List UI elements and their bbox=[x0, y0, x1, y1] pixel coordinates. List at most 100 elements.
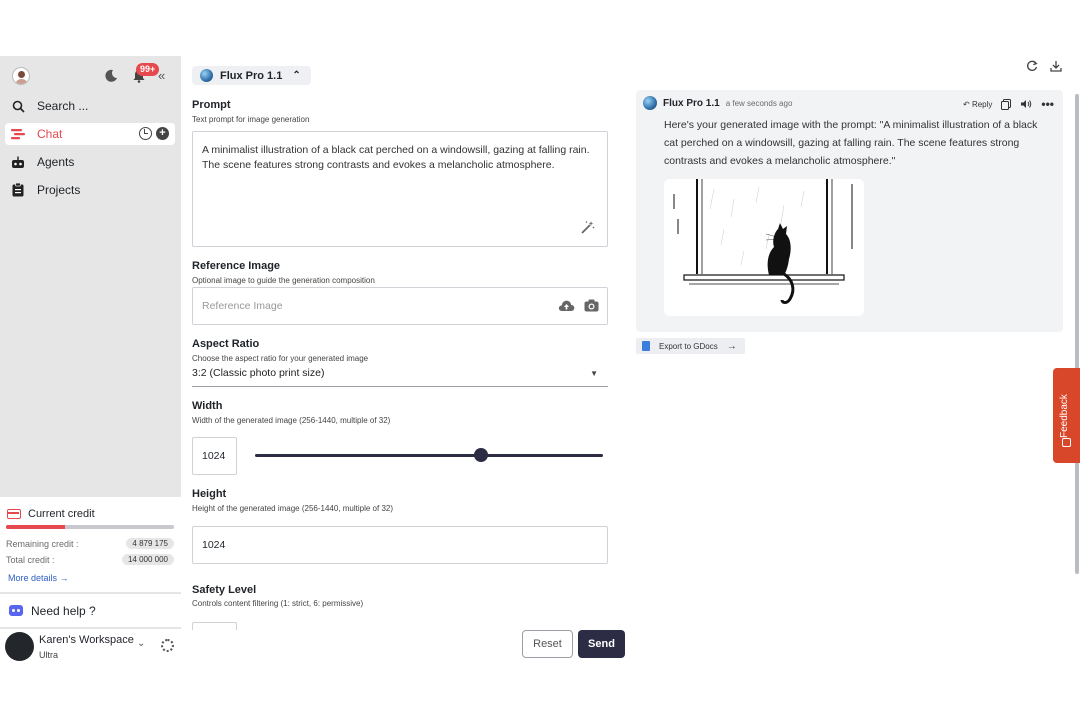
credit-title-text: Current credit bbox=[28, 508, 95, 520]
caret-down-icon: ▼ bbox=[590, 369, 598, 378]
send-button[interactable]: Send bbox=[578, 630, 625, 658]
need-help-label: Need help ? bbox=[31, 603, 96, 618]
feedback-tab[interactable]: Feedback bbox=[1053, 368, 1080, 463]
clipboard-icon bbox=[11, 183, 25, 197]
chat-toolbar bbox=[1026, 60, 1062, 72]
height-input[interactable]: 1024 bbox=[192, 526, 608, 564]
assistant-message: Flux Pro 1.1 a few seconds ago ↶ Reply •… bbox=[636, 90, 1063, 332]
reference-actions bbox=[558, 299, 599, 312]
arrow-right-icon: → bbox=[59, 573, 69, 583]
sidebar-item-label: Agents bbox=[37, 155, 75, 169]
chevron-up-icon: ⌃ bbox=[292, 70, 301, 81]
credit-progress-fill bbox=[6, 525, 65, 529]
aspect-sub: Choose the aspect ratio for your generat… bbox=[192, 354, 369, 363]
model-logo-icon bbox=[200, 69, 213, 82]
safety-label: Safety Level bbox=[192, 584, 257, 596]
sidebar-item-label: Search ... bbox=[37, 99, 89, 113]
arrow-right-icon: → bbox=[726, 340, 737, 352]
gear-icon[interactable] bbox=[161, 639, 174, 652]
notification-badge: 99+ bbox=[136, 63, 160, 76]
assistant-avatar bbox=[643, 96, 657, 110]
reset-button[interactable]: Reset bbox=[522, 630, 573, 658]
model-selector[interactable]: Flux Pro 1.1 ⌃ bbox=[192, 66, 311, 85]
message-actions: ↶ Reply ••• bbox=[963, 97, 1054, 111]
chat-icon bbox=[11, 127, 25, 141]
export-label: Export to GDocs bbox=[659, 341, 718, 351]
feedback-icon bbox=[1062, 438, 1071, 447]
width-value: 1024 bbox=[202, 450, 226, 462]
app: 99+ « Search ... Chat + Agents Projects … bbox=[0, 56, 1080, 664]
remaining-credit-row: Remaining credit : 4 879 175 bbox=[6, 538, 174, 549]
message-text: Here's your generated image with the pro… bbox=[664, 119, 1038, 167]
sidebar-item-search[interactable]: Search ... bbox=[5, 95, 175, 117]
generated-image[interactable] bbox=[664, 179, 864, 316]
speaker-icon[interactable] bbox=[1020, 99, 1032, 109]
export-gdocs-button[interactable]: Export to GDocs → bbox=[636, 338, 745, 354]
sidebar-item-projects[interactable]: Projects bbox=[5, 179, 175, 201]
chat-panel: Flux Pro 1.1 a few seconds ago ↶ Reply •… bbox=[626, 56, 1080, 664]
aspect-ratio-select[interactable]: 3:2 (Classic photo print size) ▼ bbox=[192, 367, 608, 387]
aspect-value: 3:2 (Classic photo print size) bbox=[192, 367, 325, 379]
user-avatar[interactable] bbox=[12, 67, 30, 85]
reply-label: Reply bbox=[971, 99, 993, 109]
chat-scrollbar[interactable] bbox=[1075, 94, 1079, 574]
reference-image-input[interactable]: Reference Image bbox=[192, 287, 608, 325]
more-options-icon[interactable]: ••• bbox=[1041, 97, 1054, 111]
credit-panel: Current credit Remaining credit : 4 879 … bbox=[0, 497, 181, 592]
discord-icon bbox=[9, 605, 23, 616]
google-docs-icon bbox=[642, 341, 650, 351]
prompt-label: Prompt bbox=[192, 99, 231, 111]
copy-icon[interactable] bbox=[1001, 98, 1012, 110]
total-credit-label: Total credit : bbox=[6, 554, 55, 565]
need-help-link[interactable]: Need help ? bbox=[0, 593, 181, 627]
feedback-label: Feedback bbox=[1059, 394, 1070, 438]
collapse-sidebar-icon[interactable]: « bbox=[158, 68, 165, 83]
camera-icon[interactable] bbox=[584, 299, 599, 312]
width-label: Width bbox=[192, 400, 223, 412]
new-chat-icon[interactable]: + bbox=[156, 127, 169, 140]
remaining-credit-value: 4 879 175 bbox=[126, 538, 174, 549]
workspace-plan: Ultra bbox=[39, 650, 59, 660]
credit-progress-bar bbox=[6, 525, 174, 529]
remaining-credit-label: Remaining credit : bbox=[6, 538, 79, 549]
sidebar-item-agents[interactable]: Agents bbox=[5, 151, 175, 173]
workspace-avatar bbox=[5, 632, 34, 661]
width-input[interactable]: 1024 bbox=[192, 437, 237, 475]
sidebar-item-chat[interactable]: Chat + bbox=[5, 123, 175, 145]
chat-actions: + bbox=[139, 127, 169, 140]
theme-toggle-icon[interactable] bbox=[104, 69, 118, 83]
chevron-down-icon[interactable]: ⌄ bbox=[137, 638, 145, 649]
safety-sub: Controls content filtering (1: strict, 6… bbox=[192, 599, 364, 608]
credit-title: Current credit bbox=[7, 508, 95, 520]
model-name: Flux Pro 1.1 bbox=[220, 69, 283, 82]
width-slider[interactable] bbox=[255, 448, 603, 462]
robot-icon bbox=[11, 155, 25, 169]
credit-card-icon bbox=[7, 509, 21, 519]
message-author: Flux Pro 1.1 bbox=[663, 97, 720, 109]
safety-input[interactable] bbox=[192, 622, 237, 630]
workspace-switcher[interactable]: Karen's Workspace Ultra ⌄ bbox=[0, 628, 181, 664]
magic-wand-icon[interactable] bbox=[581, 220, 595, 234]
reply-button[interactable]: ↶ Reply bbox=[963, 100, 992, 109]
sidebar-item-label: Projects bbox=[37, 183, 81, 197]
width-sub: Width of the generated image (256-1440, … bbox=[192, 416, 391, 425]
cloud-upload-icon[interactable] bbox=[558, 299, 575, 312]
reference-label: Reference Image bbox=[192, 260, 281, 272]
height-label: Height bbox=[192, 488, 227, 500]
slider-track bbox=[255, 454, 603, 457]
reference-sub: Optional image to guide the generation c… bbox=[192, 276, 375, 285]
sidebar: 99+ « Search ... Chat + Agents Projects … bbox=[0, 56, 181, 664]
reply-icon: ↶ bbox=[963, 99, 972, 109]
prompt-textarea[interactable]: A minimalist illustration of a black cat… bbox=[192, 131, 608, 247]
history-icon[interactable] bbox=[139, 127, 152, 140]
sidebar-header: 99+ « bbox=[0, 56, 181, 96]
height-value: 1024 bbox=[202, 539, 226, 551]
aspect-label: Aspect Ratio bbox=[192, 338, 260, 350]
workspace-name: Karen's Workspace bbox=[39, 634, 134, 646]
more-details-link[interactable]: More details → bbox=[8, 573, 69, 583]
refresh-icon[interactable] bbox=[1026, 60, 1038, 72]
generation-form: Flux Pro 1.1 ⌃ Prompt Text prompt for im… bbox=[181, 56, 626, 664]
download-icon[interactable] bbox=[1050, 60, 1062, 72]
slider-thumb[interactable] bbox=[473, 448, 488, 462]
height-sub: Height of the generated image (256-1440,… bbox=[192, 504, 394, 513]
